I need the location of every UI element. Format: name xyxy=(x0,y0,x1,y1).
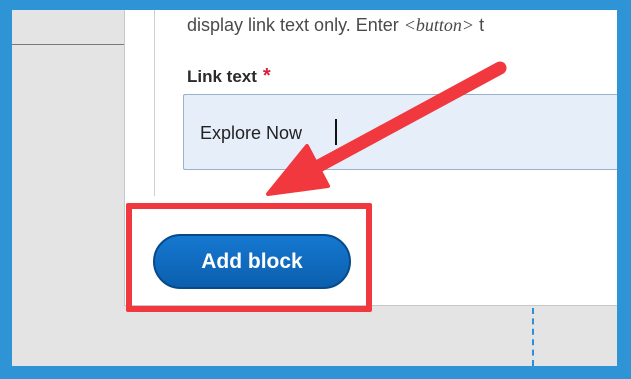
dashed-guide-line xyxy=(532,308,534,366)
annotation-highlight-box xyxy=(126,203,372,312)
annotation-arrow-icon xyxy=(266,61,507,196)
screenshot-frame: display link text only. Enter <button> t… xyxy=(0,0,631,379)
page-canvas: display link text only. Enter <button> t… xyxy=(12,10,617,366)
